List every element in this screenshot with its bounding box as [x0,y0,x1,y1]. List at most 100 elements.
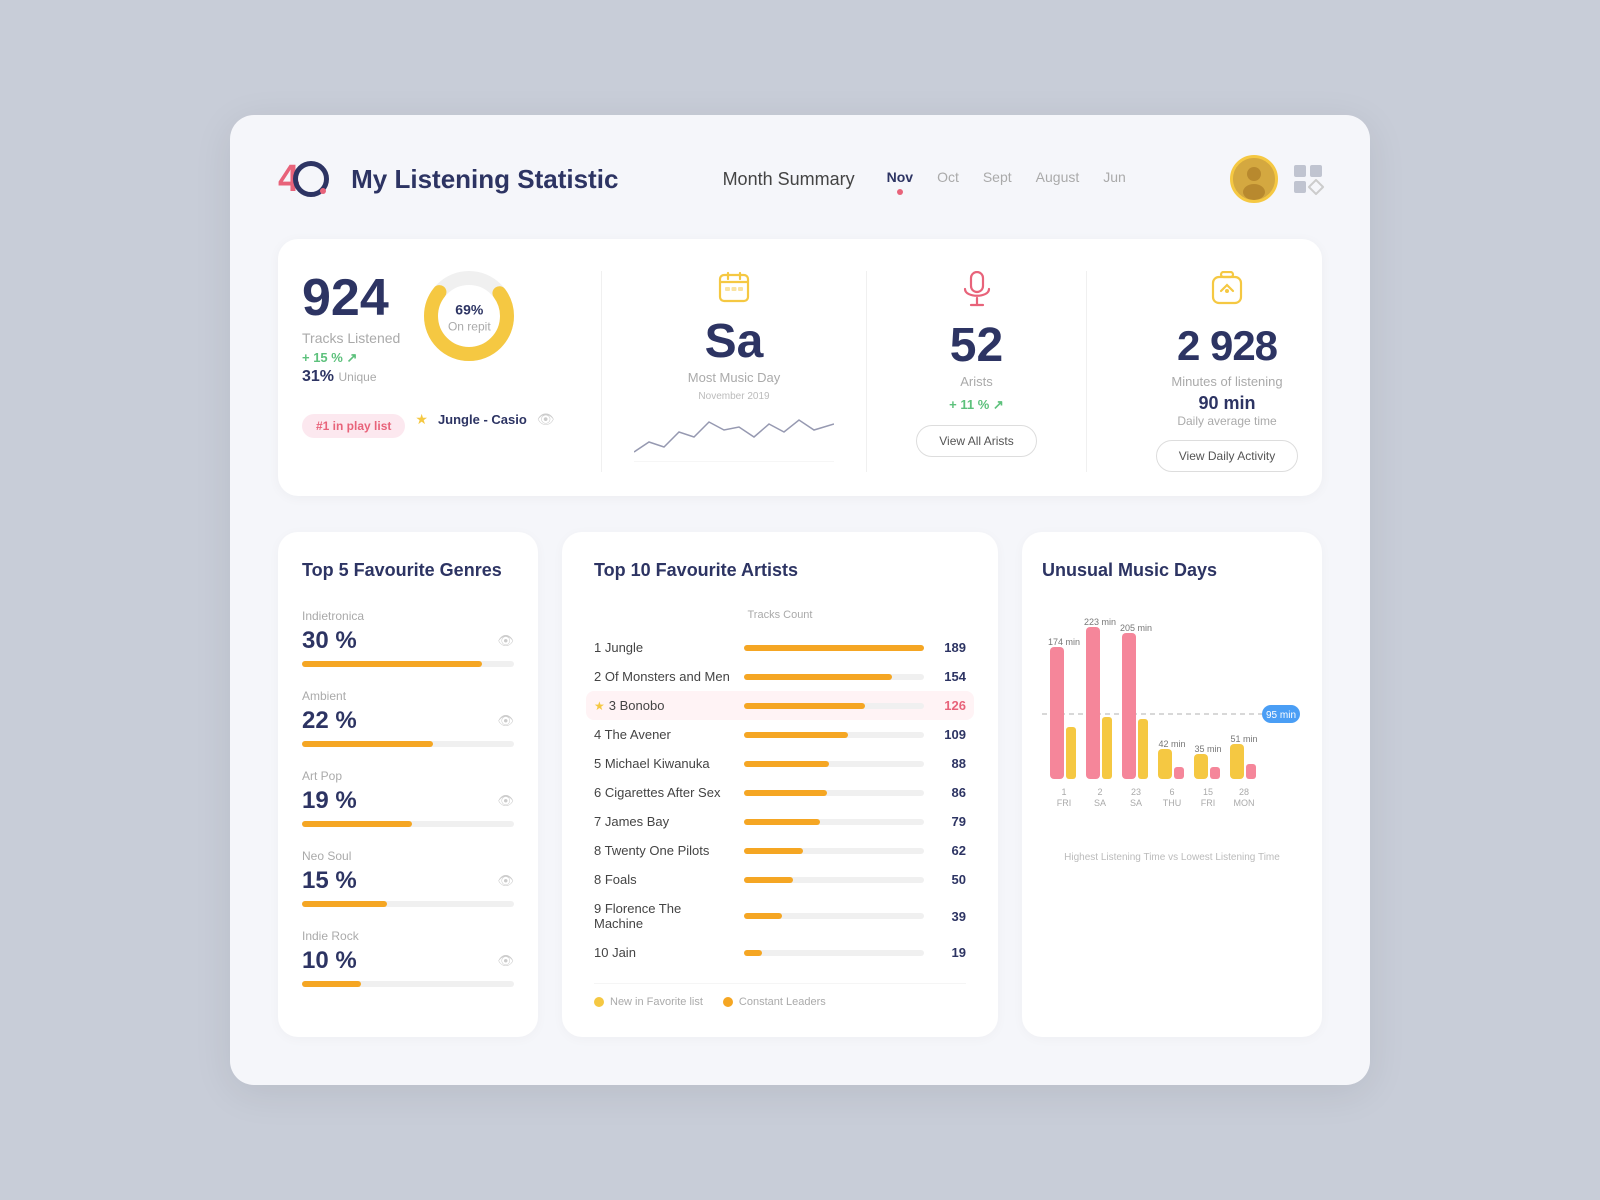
header-right [1230,155,1322,203]
genre-eye-1[interactable]: 👁 [497,633,514,649]
on-repit-pct: 69% [455,301,483,317]
minutes-label: Minutes of listening [1171,374,1282,389]
svg-text:174 min: 174 min [1048,637,1080,647]
stat-music-day: Sa Most Music Day November 2019 2 Sut 23… [602,271,867,472]
unusual-bar-chart: 95 min 174 min 1 FRI 223 min 2 SA [1042,609,1302,839]
genre-item: Indie Rock 10 % 👁 [302,929,514,987]
svg-text:6: 6 [1169,787,1174,797]
legend-new: New in Favorite list [594,996,703,1008]
top-stats: 924 Tracks Listened + 15 % 69% On repit [278,239,1322,496]
svg-text:35 min: 35 min [1194,744,1221,754]
svg-text:SA: SA [1094,798,1106,808]
chart-legend: New in Favorite list Constant Leaders [594,983,966,1008]
genres-card: Top 5 Favourite Genres Indietronica 30 %… [278,532,538,1037]
tab-jun[interactable]: Jun [1103,169,1126,189]
music-day-label: Most Music Day [688,370,780,385]
bar-chart-container: 95 min 174 min 1 FRI 223 min 2 SA [1042,609,1302,844]
genre-eye-3[interactable]: 👁 [497,793,514,809]
artist-row: 9 Florence The Machine 39 [594,894,966,938]
artist-row: 2 Of Monsters and Men 154 [594,662,966,691]
logo: 4 [278,160,329,198]
artist-row: 4 The Avener 109 [594,720,966,749]
timer-icon [1211,271,1243,314]
artist-row-highlighted: ★3 Bonobo 126 [586,691,974,720]
unusual-title: Unusual Music Days [1042,560,1302,581]
header: 4 My Listening Statistic Month Summary N… [278,155,1322,203]
svg-text:42 min: 42 min [1158,739,1185,749]
unusual-footer: Highest Listening Time vs Lowest Listeni… [1042,852,1302,863]
tracks-change: + 15 % [302,350,400,366]
tab-nov[interactable]: Nov [887,169,913,189]
mini-chart: November 2019 2 Sut 23 Sut 180 120 60 0 [626,385,842,467]
stat-tracks: 924 Tracks Listened + 15 % 69% On repit [302,271,602,472]
unusual-card: Unusual Music Days 95 min 174 min 1 FRI [1022,532,1322,1037]
avatar [1230,155,1278,203]
genre-item: Ambient 22 % 👁 [302,689,514,747]
eye-icon[interactable]: 👁 [537,411,555,428]
stat-minutes: 2 928 Minutes of listening 90 min Daily … [1087,271,1367,472]
grid-icon-panel [1294,165,1322,193]
star-icon: ★ [415,411,428,428]
legend-dot-orange [723,997,733,1007]
unique-pct: 31% [302,368,334,385]
month-tabs: Nov Oct Sept August Jun [887,169,1126,189]
artist-row: 10 Jain 19 [594,938,966,967]
month-summary-title: Month Summary [723,169,855,190]
artists-number: 52 [950,322,1003,370]
artists-card: Top 10 Favourite Artists Tracks Count 1 … [562,532,998,1037]
line-chart: 2 Sut 23 Sut 180 120 60 0 [634,402,834,462]
artist-row: 8 Foals 50 [594,865,966,894]
tracks-number: 924 [302,272,400,324]
playlist-tag: #1 in play list [302,414,405,438]
svg-text:223 min: 223 min [1084,617,1116,627]
svg-text:FRI: FRI [1057,798,1072,808]
tracks-count-label: Tracks Count [594,609,966,621]
genre-item: Art Pop 19 % 👁 [302,769,514,827]
artists-title: Top 10 Favourite Artists [594,560,966,581]
bottom-section: Top 5 Favourite Genres Indietronica 30 %… [278,532,1322,1037]
svg-text:28: 28 [1239,787,1249,797]
svg-text:2: 2 [1097,787,1102,797]
svg-text:23: 23 [1131,787,1141,797]
svg-text:205 min: 205 min [1120,623,1152,633]
genre-item: Indietronica 30 % 👁 [302,609,514,667]
page-title: My Listening Statistic [351,164,618,195]
artist-row: 5 Michael Kiwanuka 88 [594,749,966,778]
svg-text:1: 1 [1061,787,1066,797]
avg-time: 90 min [1198,393,1255,414]
song-name: Jungle - Casio [438,412,527,427]
dashboard: 4 My Listening Statistic Month Summary N… [230,115,1370,1085]
tab-oct[interactable]: Oct [937,169,959,189]
calendar-icon [718,271,750,310]
artist-row: 7 James Bay 79 [594,807,966,836]
logo-dot [293,161,329,197]
tab-sept[interactable]: Sept [983,169,1012,189]
svg-text:FRI: FRI [1201,798,1216,808]
artist-row: 1 Jungle 189 [594,633,966,662]
music-day-value: Sa [705,318,764,366]
artist-row: 6 Cigarettes After Sex 86 [594,778,966,807]
legend-constant: Constant Leaders [723,996,826,1008]
svg-text:51 min: 51 min [1230,734,1257,744]
mic-icon [963,271,991,314]
tracks-label: Tracks Listened [302,330,400,346]
tab-august[interactable]: August [1036,169,1080,189]
genre-item: Neo Soul 15 % 👁 [302,849,514,907]
artists-label: Arists [960,374,993,389]
svg-text:95 min: 95 min [1266,710,1296,721]
artist-row: 8 Twenty One Pilots 62 [594,836,966,865]
avg-label: Daily average time [1177,414,1276,428]
genre-eye-5[interactable]: 👁 [497,953,514,969]
svg-text:THU: THU [1163,798,1182,808]
svg-text:SA: SA [1130,798,1142,808]
legend-dot-yellow [594,997,604,1007]
on-repit-label: On repit [448,319,491,333]
minutes-number: 2 928 [1177,322,1277,370]
view-daily-activity-button[interactable]: View Daily Activity [1156,440,1298,472]
stat-artists: 52 Arists + 11 % View All Arists [867,271,1087,472]
artists-change: + 11 % [949,397,1004,413]
view-all-artists-button[interactable]: View All Arists [916,425,1036,457]
genre-eye-2[interactable]: 👁 [497,713,514,729]
genres-title: Top 5 Favourite Genres [302,560,514,581]
genre-eye-4[interactable]: 👁 [497,873,514,889]
